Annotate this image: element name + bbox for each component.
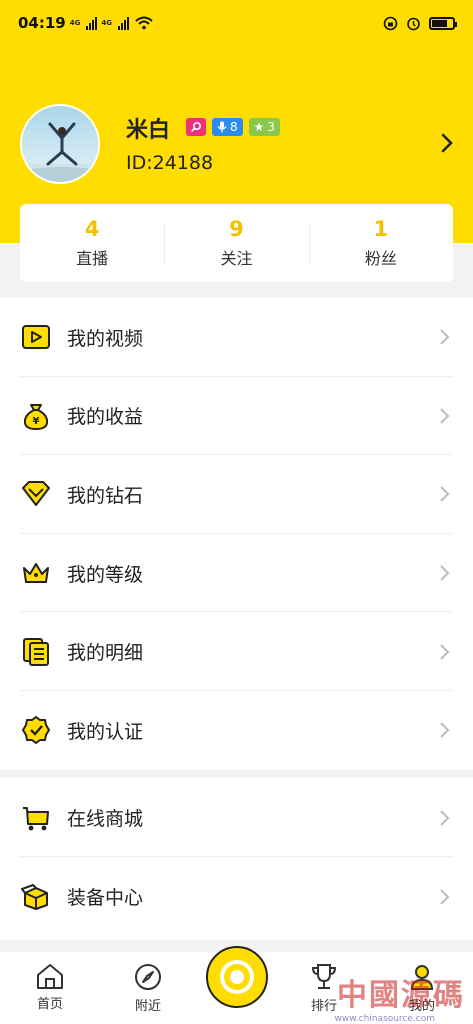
- compass-icon: [135, 964, 161, 990]
- host-badge: [186, 118, 206, 136]
- money-bag-icon: ¥: [20, 400, 52, 432]
- network-type-1: 4G: [69, 19, 81, 27]
- user-name: 米白: [126, 118, 171, 143]
- anchor-level-value: 8: [230, 120, 238, 134]
- stat-label: 关注: [220, 249, 253, 268]
- menu-list-secondary: 在线商城 装备中心: [0, 778, 473, 940]
- menu-label: 我的等级: [67, 563, 144, 586]
- stat-value: 4: [84, 217, 100, 241]
- bottom-nav: 首页 附近 排行 我的 中國源碼 www.chinasource.com: [0, 946, 473, 1024]
- verified-badge-icon: [20, 714, 52, 746]
- microphone-icon: [217, 121, 227, 133]
- wifi-icon: [135, 16, 153, 30]
- nav-label: 附近: [134, 999, 161, 1014]
- box-icon: [20, 881, 52, 913]
- chevron-right-icon: [440, 486, 450, 503]
- signal-icon: [86, 16, 98, 30]
- status-bar: 04:19 4G 4G: [0, 0, 473, 46]
- menu-label: 我的视频: [67, 327, 144, 350]
- chevron-right-icon[interactable]: [440, 132, 454, 154]
- stat-value: 9: [229, 217, 244, 241]
- menu-label: 我的认证: [67, 720, 144, 743]
- chevron-right-icon: [440, 329, 450, 346]
- menu-label: 我的钻石: [67, 484, 144, 507]
- nav-nearby[interactable]: 附近: [118, 962, 178, 1014]
- user-id: ID:24188: [126, 152, 214, 174]
- signal-icon-2: [118, 16, 129, 30]
- chevron-right-icon: [440, 565, 450, 581]
- battery-icon: [429, 16, 457, 30]
- profile-card[interactable]: 米白 8 ★ 3 ID:24188: [20, 104, 460, 186]
- menu-label: 装备中心: [67, 887, 144, 909]
- watermark-url: www.chinasource.com: [334, 1014, 435, 1024]
- menu-list: 我的视频 ¥ 我的收益 我的钻石 我的等级 我的明细 我的认证: [0, 298, 473, 770]
- nav-home[interactable]: 首页: [20, 962, 80, 1012]
- menu-label: 我的收益: [67, 406, 144, 429]
- user-badges: 8 ★ 3: [186, 118, 281, 136]
- ledger-icon: [20, 636, 52, 668]
- chevron-right-icon: [440, 809, 450, 826]
- stat-fans[interactable]: 1 粉丝: [308, 204, 453, 282]
- cart-icon: [20, 802, 52, 834]
- diamond-icon: [20, 478, 52, 510]
- menu-label: 在线商城: [67, 808, 144, 830]
- chevron-right-icon: [440, 408, 450, 424]
- crown-icon: [20, 557, 52, 589]
- network-type-2: 4G: [101, 19, 112, 27]
- chevron-right-icon: [440, 888, 450, 905]
- stat-value: 1: [373, 217, 389, 241]
- menu-item-equipment[interactable]: 装备中心: [0, 857, 473, 936]
- star-icon: ★: [253, 120, 265, 134]
- home-icon: [37, 964, 63, 989]
- menu-item-shop[interactable]: 在线商城: [0, 778, 473, 857]
- svg-text:¥: ¥: [33, 416, 40, 427]
- record-icon: [220, 960, 254, 994]
- menu-item-diamonds[interactable]: 我的钻石: [0, 455, 473, 534]
- trophy-icon: [311, 964, 337, 989]
- avatar[interactable]: [20, 104, 100, 184]
- chevron-right-icon: [440, 722, 450, 738]
- stats-card: 4 直播 9 关注 1 粉丝: [20, 204, 453, 282]
- menu-item-videos[interactable]: 我的视频: [0, 298, 473, 377]
- anchor-level-badge: 8: [212, 118, 243, 136]
- stat-following[interactable]: 9 关注: [164, 204, 308, 282]
- stat-live[interactable]: 4 直播: [20, 204, 164, 282]
- lock-rotation-icon: [383, 16, 398, 30]
- star-level-value: 3: [267, 120, 276, 134]
- menu-item-verification[interactable]: 我的认证: [0, 691, 473, 770]
- watermark-text: 中國源碼: [337, 978, 465, 1013]
- record-button[interactable]: [206, 946, 268, 1008]
- stat-label: 直播: [76, 249, 109, 268]
- nav-label: 首页: [36, 997, 63, 1012]
- menu-item-earnings[interactable]: ¥ 我的收益: [0, 377, 473, 456]
- search-key-icon: [190, 121, 202, 133]
- nav-label: 排行: [310, 999, 337, 1014]
- status-time: 04:19: [18, 14, 66, 32]
- menu-label: 我的明细: [67, 642, 144, 665]
- star-level-badge: ★ 3: [248, 118, 281, 136]
- menu-item-details[interactable]: 我的明细: [0, 612, 473, 691]
- stat-label: 粉丝: [364, 249, 397, 268]
- video-icon: [20, 321, 52, 353]
- alarm-icon: [407, 17, 420, 30]
- chevron-right-icon: [440, 643, 450, 660]
- menu-item-level[interactable]: 我的等级: [0, 534, 473, 613]
